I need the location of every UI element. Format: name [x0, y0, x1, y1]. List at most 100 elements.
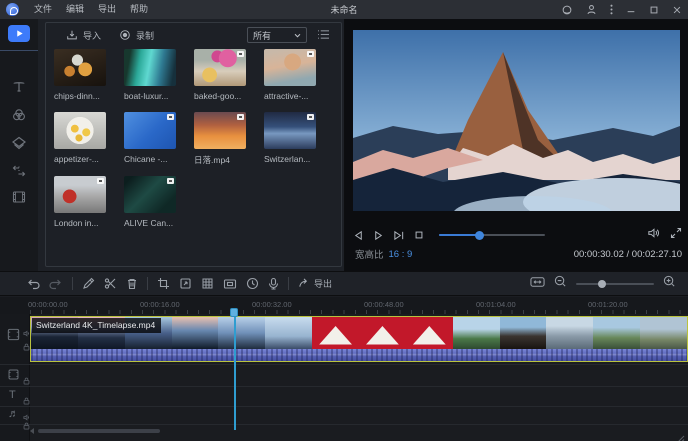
media-thumbnail	[124, 49, 176, 86]
text-track-icon: T	[9, 389, 16, 401]
resize-grip[interactable]	[676, 430, 685, 439]
seek-thumb[interactable]	[475, 231, 484, 240]
video-badge-icon	[307, 51, 314, 57]
video-preview[interactable]	[353, 30, 680, 211]
sidebar-item-overlays[interactable]	[11, 135, 27, 151]
media-thumbnail	[124, 112, 176, 149]
minimize-button[interactable]	[626, 5, 636, 15]
stop-button[interactable]	[414, 230, 424, 240]
ruler-label: 00:00:00.00	[28, 300, 68, 309]
duration-button[interactable]	[246, 277, 259, 290]
track-lock-icon[interactable]	[23, 372, 30, 390]
edit-clip-button[interactable]	[82, 277, 95, 290]
playhead-line[interactable]	[234, 310, 236, 430]
zoom-in-icon[interactable]	[663, 275, 676, 293]
close-button[interactable]	[672, 5, 682, 15]
aspect-ratio-value[interactable]: 16 : 9	[389, 249, 413, 260]
ruler-label: 00:00:32.00	[252, 300, 292, 309]
timeline-tracks: T ♬ Switzerland 4K_Timelapse.mp4	[0, 314, 688, 441]
play-button[interactable]	[373, 230, 384, 241]
sidebar-item-media[interactable]	[8, 25, 30, 42]
media-item[interactable]: chips-dinn...	[54, 49, 114, 101]
media-item[interactable]: London in...	[54, 176, 114, 228]
media-item[interactable]: attractive-...	[264, 49, 324, 101]
zoom-out-icon[interactable]	[554, 275, 567, 293]
maximize-button[interactable]	[649, 5, 659, 15]
edit-toolbar: 导出	[0, 271, 688, 296]
clip-name: Switzerland 4K_Timelapse.mp4	[32, 318, 161, 333]
view-options-icon[interactable]	[317, 29, 330, 42]
media-item[interactable]: 日落.mp4	[194, 112, 254, 166]
media-thumbnail	[264, 112, 316, 149]
video-track-icon	[6, 327, 21, 347]
sidebar-item-transitions[interactable]	[11, 163, 27, 179]
more-menu-icon[interactable]	[610, 4, 613, 15]
fullscreen-icon[interactable]	[670, 226, 682, 244]
timecode: 00:00:30.02 / 00:02:27.10	[574, 249, 682, 260]
media-item[interactable]: baked-goo...	[194, 49, 254, 101]
video-badge-icon	[167, 178, 174, 184]
next-frame-button[interactable]	[393, 230, 405, 241]
media-thumbnail	[194, 112, 246, 149]
timeline-zoom-slider[interactable]	[576, 283, 654, 285]
media-item[interactable]: Chicane -...	[124, 112, 184, 164]
freeze-frame-button[interactable]	[223, 278, 237, 290]
left-sidebar	[0, 19, 38, 271]
delete-button[interactable]	[126, 277, 138, 290]
redo-button[interactable]	[49, 278, 63, 290]
import-icon	[66, 29, 78, 41]
media-thumbnail	[264, 49, 316, 86]
record-button[interactable]: 录制	[119, 29, 154, 42]
import-button[interactable]: 导入	[66, 29, 101, 42]
menu-help[interactable]: 帮助	[123, 0, 155, 19]
fit-timeline-icon[interactable]	[530, 275, 545, 293]
media-item[interactable]: Switzerlan...	[264, 112, 324, 164]
sidebar-item-filters[interactable]	[11, 107, 27, 123]
playhead-handle[interactable]	[230, 308, 238, 317]
mosaic-button[interactable]	[201, 277, 214, 290]
media-item[interactable]: appetizer-...	[54, 112, 114, 164]
export-icon	[298, 277, 310, 291]
prev-frame-button[interactable]	[353, 230, 364, 241]
video-badge-icon	[237, 114, 244, 120]
ruler-label: 00:01:04.00	[476, 300, 516, 309]
timeline-zoom-thumb[interactable]	[598, 280, 606, 288]
record-icon	[119, 29, 131, 41]
menu-edit[interactable]: 编辑	[59, 0, 91, 19]
media-thumbnail	[54, 112, 106, 149]
media-filter-dropdown[interactable]: 所有	[247, 27, 307, 43]
media-item[interactable]: ALIVE Can...	[124, 176, 184, 228]
media-thumbnail	[124, 176, 176, 213]
media-item[interactable]: boat-luxur...	[124, 49, 184, 101]
volume-icon[interactable]	[647, 226, 660, 244]
undo-button[interactable]	[26, 278, 40, 290]
zoom-clip-button[interactable]	[179, 277, 192, 290]
ruler-label: 00:01:20.00	[588, 300, 628, 309]
media-thumbnail	[54, 49, 106, 86]
timeline-ruler[interactable]: 00:00:00.00 00:00:16.00 00:00:32.00 00:0…	[0, 297, 688, 314]
sidebar-item-elements[interactable]	[11, 189, 27, 205]
track-lock-icon[interactable]	[23, 338, 30, 356]
menu-export[interactable]: 导出	[91, 0, 123, 19]
timeline-export-button[interactable]: 导出	[298, 277, 332, 291]
horizontal-scrollbar[interactable]	[38, 429, 160, 433]
timeline-clip[interactable]: Switzerland 4K_Timelapse.mp4	[30, 316, 688, 362]
video-badge-icon	[167, 114, 174, 120]
split-button[interactable]	[104, 277, 117, 290]
account-icon[interactable]	[586, 4, 597, 15]
scrollbar-left-arrow[interactable]	[30, 428, 34, 434]
crop-button[interactable]	[157, 277, 170, 290]
menu-file[interactable]: 文件	[27, 0, 59, 19]
voiceover-button[interactable]	[268, 277, 279, 290]
music-track-icon: ♬	[8, 408, 19, 420]
media-library-panel: 导入 录制 所有 chips-dinn...	[38, 19, 345, 271]
video-badge-icon	[97, 178, 104, 184]
seek-slider[interactable]	[439, 234, 545, 236]
seek-progress	[439, 234, 479, 236]
sidebar-item-text[interactable]	[11, 79, 27, 95]
pip-track-icon	[7, 368, 20, 386]
video-badge-icon	[237, 51, 244, 57]
media-thumbnail	[194, 49, 246, 86]
support-icon[interactable]	[561, 4, 573, 16]
track-lock-icon[interactable]	[23, 417, 30, 435]
